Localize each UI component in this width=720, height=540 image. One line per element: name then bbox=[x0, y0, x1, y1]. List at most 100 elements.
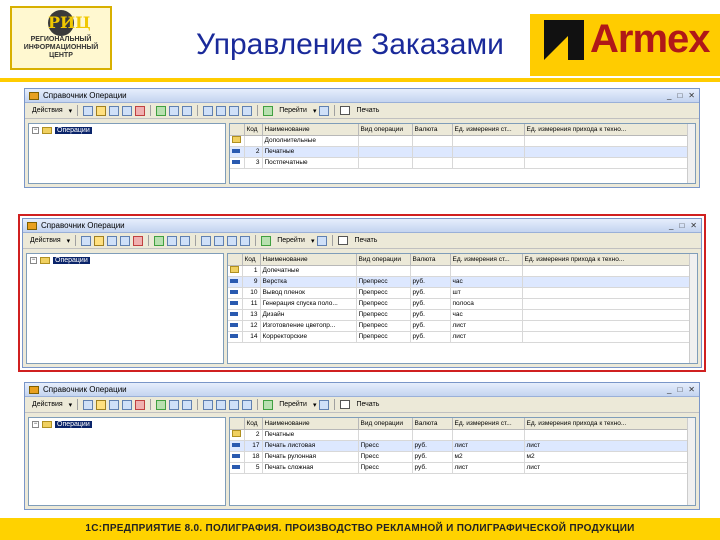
actions-menu[interactable]: Действия bbox=[29, 107, 66, 114]
column-header[interactable]: Ед. измерения ст... bbox=[452, 124, 525, 136]
maximize-icon[interactable]: □ bbox=[677, 385, 682, 394]
refresh-icon[interactable] bbox=[263, 105, 274, 116]
tree-node-operations[interactable]: − Операции bbox=[32, 127, 222, 134]
filter-icon[interactable] bbox=[203, 105, 214, 116]
table-row[interactable]: 13 Дизайн Препресс руб. час bbox=[228, 309, 697, 321]
sort-desc-icon[interactable] bbox=[242, 105, 253, 116]
table-row[interactable]: 12 Изготовление цветопр... Препресс руб. лис… bbox=[228, 320, 697, 332]
print-button[interactable]: Печать bbox=[353, 107, 382, 114]
refresh-icon[interactable] bbox=[261, 235, 272, 246]
hierarchy-icon[interactable] bbox=[156, 399, 167, 410]
operations-table[interactable]: Код Наименование Вид операции Валюта Ед. изм… bbox=[227, 253, 698, 364]
close-icon[interactable]: ✕ bbox=[690, 221, 697, 230]
window-titlebar[interactable]: Справочник Операции _ □ ✕ bbox=[25, 89, 699, 103]
column-header[interactable]: Валюта bbox=[410, 254, 451, 266]
actions-menu[interactable]: Действия bbox=[27, 237, 64, 244]
expand-icon[interactable]: − bbox=[32, 421, 39, 428]
column-header[interactable]: Наименование bbox=[262, 124, 359, 136]
filter-off-icon[interactable] bbox=[214, 235, 225, 246]
column-header[interactable]: Код bbox=[244, 124, 263, 136]
group-tree[interactable]: − Операции bbox=[28, 417, 226, 506]
add-icon[interactable] bbox=[83, 399, 94, 410]
column-header[interactable]: Вид операции bbox=[358, 124, 413, 136]
add-icon[interactable] bbox=[83, 105, 94, 116]
print-icon[interactable] bbox=[340, 106, 351, 115]
column-header[interactable]: Валюта bbox=[412, 124, 453, 136]
column-header[interactable]: Наименование bbox=[262, 418, 359, 430]
vertical-scrollbar[interactable] bbox=[689, 254, 697, 363]
operations-directory-window[interactable]: Справочник Операции _ □ ✕ Действия ▾ Пер… bbox=[24, 88, 700, 188]
add-icon[interactable] bbox=[81, 235, 92, 246]
filter-off-icon[interactable] bbox=[216, 105, 227, 116]
help-icon[interactable] bbox=[317, 235, 328, 246]
help-icon[interactable] bbox=[319, 399, 330, 410]
column-header[interactable]: Ед. измерения ст... bbox=[450, 254, 523, 266]
vertical-scrollbar[interactable] bbox=[687, 418, 695, 505]
column-header[interactable]: Наименование bbox=[260, 254, 357, 266]
actions-menu[interactable]: Действия bbox=[29, 401, 66, 408]
print-icon[interactable] bbox=[340, 400, 351, 409]
list-view-icon[interactable] bbox=[182, 105, 193, 116]
close-icon[interactable]: ✕ bbox=[688, 91, 695, 100]
group-tree[interactable]: − Операции bbox=[26, 253, 224, 364]
table-row[interactable]: 10 Вывод пленок Препресс руб. шт bbox=[228, 287, 697, 299]
table-row[interactable]: Дополнительные bbox=[230, 135, 695, 147]
table-row[interactable]: 11 Генерация спуска поло... Препресс руб. по… bbox=[228, 298, 697, 310]
goto-menu[interactable]: Перейти bbox=[274, 237, 308, 244]
sort-icon[interactable] bbox=[229, 399, 240, 410]
copy-icon[interactable] bbox=[107, 235, 118, 246]
column-header[interactable] bbox=[230, 124, 245, 136]
delete-icon[interactable] bbox=[135, 399, 146, 410]
column-header[interactable]: Ед. измерения прихода к техно... bbox=[524, 124, 695, 136]
hierarchy-icon[interactable] bbox=[154, 235, 165, 246]
filter-icon[interactable] bbox=[203, 399, 214, 410]
table-row[interactable]: 1 Допечатные bbox=[228, 265, 697, 277]
expand-icon[interactable]: − bbox=[32, 127, 39, 134]
list-view-icon[interactable] bbox=[182, 399, 193, 410]
minimize-icon[interactable]: _ bbox=[667, 91, 671, 100]
list-view-icon[interactable] bbox=[180, 235, 191, 246]
delete-icon[interactable] bbox=[133, 235, 144, 246]
refresh-icon[interactable] bbox=[263, 399, 274, 410]
table-row[interactable]: 9 Верстка Препресс руб. час bbox=[228, 276, 697, 288]
sort-desc-icon[interactable] bbox=[242, 399, 253, 410]
print-button[interactable]: Печать bbox=[351, 237, 380, 244]
table-row[interactable]: 14 Корректорские Препресс руб. лист bbox=[228, 331, 697, 343]
move-to-folder-icon[interactable] bbox=[169, 399, 180, 410]
edit-icon[interactable] bbox=[120, 235, 131, 246]
column-header[interactable]: Ед. измерения ст... bbox=[452, 418, 525, 430]
operations-directory-window[interactable]: Справочник Операции _ □ ✕ Действия ▾ Пер… bbox=[18, 214, 706, 372]
column-header[interactable]: Код bbox=[242, 254, 261, 266]
operations-table[interactable]: Код Наименование Вид операции Валюта Ед. изм… bbox=[229, 417, 696, 506]
filter-off-icon[interactable] bbox=[216, 399, 227, 410]
window-titlebar[interactable]: Справочник Операции _ □ ✕ bbox=[25, 383, 699, 397]
move-to-folder-icon[interactable] bbox=[167, 235, 178, 246]
goto-menu[interactable]: Перейти bbox=[276, 107, 310, 114]
add-folder-icon[interactable] bbox=[96, 399, 107, 410]
sort-desc-icon[interactable] bbox=[240, 235, 251, 246]
minimize-icon[interactable]: _ bbox=[667, 385, 671, 394]
maximize-icon[interactable]: □ bbox=[679, 221, 684, 230]
print-button[interactable]: Печать bbox=[353, 401, 382, 408]
column-header[interactable]: Вид операции bbox=[358, 418, 413, 430]
edit-icon[interactable] bbox=[122, 105, 133, 116]
goto-menu[interactable]: Перейти bbox=[276, 401, 310, 408]
tree-node-operations[interactable]: − Операции bbox=[30, 257, 220, 264]
table-row[interactable]: 2 Печатные bbox=[230, 146, 695, 158]
operations-directory-window[interactable]: Справочник Операции _ □ ✕ Действия ▾ Пер… bbox=[24, 382, 700, 510]
maximize-icon[interactable]: □ bbox=[677, 91, 682, 100]
group-tree[interactable]: − Операции bbox=[28, 123, 226, 184]
column-header[interactable]: Код bbox=[244, 418, 263, 430]
column-header[interactable] bbox=[230, 418, 245, 430]
column-header[interactable]: Вид операции bbox=[356, 254, 411, 266]
sort-icon[interactable] bbox=[229, 105, 240, 116]
copy-icon[interactable] bbox=[109, 399, 120, 410]
column-header[interactable]: Валюта bbox=[412, 418, 453, 430]
hierarchy-icon[interactable] bbox=[156, 105, 167, 116]
minimize-icon[interactable]: _ bbox=[669, 221, 673, 230]
delete-icon[interactable] bbox=[135, 105, 146, 116]
column-header[interactable]: Ед. измерения прихода к техно... bbox=[522, 254, 697, 266]
filter-icon[interactable] bbox=[201, 235, 212, 246]
column-header[interactable] bbox=[228, 254, 243, 266]
table-row[interactable]: 2 Печатные bbox=[230, 429, 695, 441]
